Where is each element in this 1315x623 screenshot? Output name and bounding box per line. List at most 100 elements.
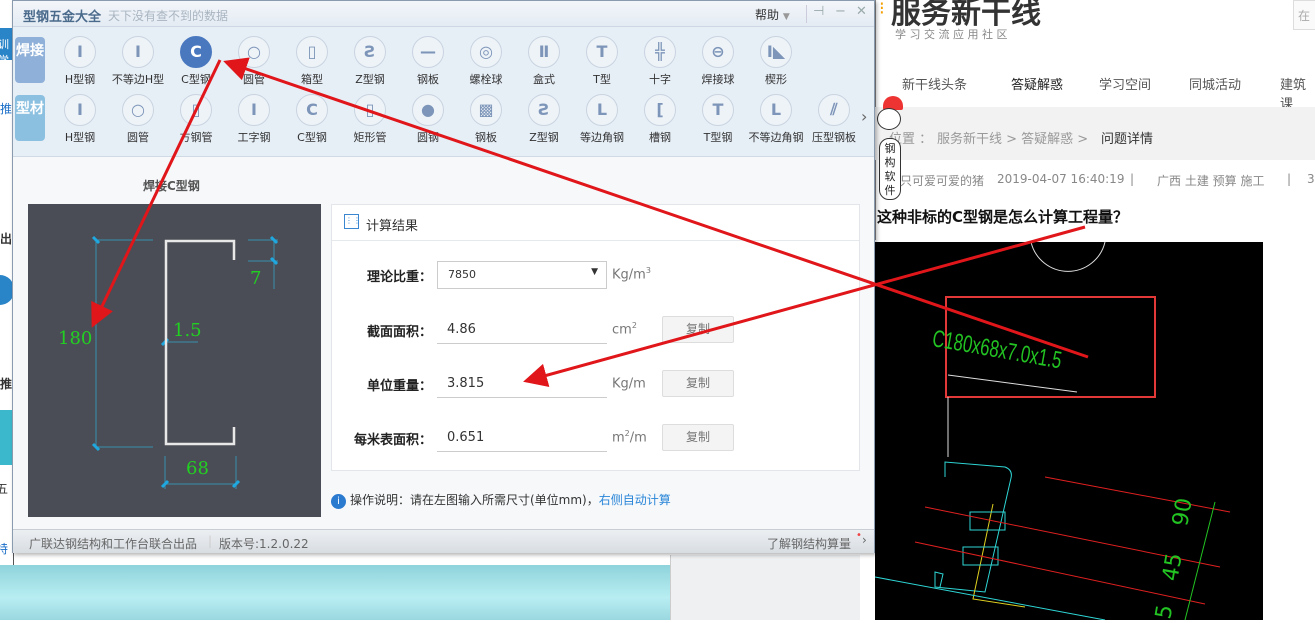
fragment: 推 bbox=[0, 102, 13, 116]
result-value-field[interactable]: 3.815 bbox=[437, 370, 607, 398]
separator: | bbox=[1287, 172, 1292, 186]
shape-label: 槽钢 bbox=[649, 131, 671, 144]
shape-item[interactable]: Ⅱ 盒式 bbox=[515, 36, 573, 87]
shape-icon: I bbox=[64, 94, 96, 126]
result-label: 单位重量： bbox=[366, 379, 432, 394]
note-link: 右侧自动计算 bbox=[598, 493, 671, 507]
shape-icon: I bbox=[122, 36, 154, 68]
search-input[interactable]: 在 bbox=[1293, 0, 1315, 30]
minimize-icon[interactable]: − bbox=[835, 4, 846, 19]
producer-text: 广联达钢结构和工作台联合出品 bbox=[29, 537, 198, 551]
shape-item[interactable]: T T型钢 bbox=[689, 94, 747, 145]
background-window-panel bbox=[670, 555, 860, 620]
fragment: 特 bbox=[0, 540, 8, 557]
info-icon: i bbox=[331, 494, 346, 509]
nav-learning[interactable]: 学习空间 bbox=[1099, 74, 1151, 93]
shape-item[interactable]: ◎ 螺栓球 bbox=[457, 36, 515, 87]
shape-item[interactable]: C C型钢 bbox=[283, 94, 341, 145]
shape-item[interactable]: I 工字钢 bbox=[225, 94, 283, 145]
pin-icon[interactable]: ⊣ bbox=[813, 4, 824, 19]
shape-item[interactable]: ○ 圆管 bbox=[225, 36, 283, 87]
shape-item[interactable]: I H型钢 bbox=[51, 94, 109, 145]
shape-label: 等边角钢 bbox=[580, 131, 624, 144]
shape-item[interactable]: T T型 bbox=[573, 36, 631, 87]
breadcrumb: 位置 ： 服务新干线 > 答疑解惑 > 问题详情 bbox=[875, 107, 1315, 160]
dim-thickness[interactable]: 1.5 bbox=[173, 320, 202, 341]
shape-item[interactable]: ╬ 十字 bbox=[631, 36, 689, 87]
shape-item[interactable]: Ƨ Z型钢 bbox=[341, 36, 399, 87]
copy-button[interactable]: 复制 bbox=[662, 424, 734, 451]
shape-drawing[interactable]: 180 1.5 7 68 bbox=[28, 204, 321, 517]
tab-profiles[interactable]: 型材 bbox=[15, 95, 45, 141]
shape-label: T型钢 bbox=[703, 131, 733, 144]
learn-more-link[interactable]: 了解钢结构算量 bbox=[767, 535, 851, 552]
shape-icon: ○ bbox=[122, 94, 154, 126]
logo-icon: ⁝ bbox=[879, 0, 885, 19]
shape-icon: [ bbox=[644, 94, 676, 126]
density-select[interactable]: 7850 ▼ bbox=[437, 261, 607, 289]
dim-width[interactable]: 68 bbox=[186, 458, 209, 479]
shape-label: C型钢 bbox=[297, 131, 327, 144]
nav-headlines[interactable]: 新干线头条 bbox=[902, 74, 967, 93]
shape-item[interactable]: — 钢板 bbox=[399, 36, 457, 87]
shape-item[interactable]: ▯ 矩形管 bbox=[341, 94, 399, 145]
cad-dim-45: 45 bbox=[1158, 551, 1187, 583]
shape-item[interactable]: I◣ 楔形 bbox=[747, 36, 805, 87]
shape-item[interactable]: ▩ 钢板 bbox=[457, 94, 515, 145]
shape-item[interactable]: ⫽ 压型钢板 bbox=[805, 94, 863, 145]
shape-item[interactable]: [ 槽钢 bbox=[631, 94, 689, 145]
chevron-right-icon[interactable]: › bbox=[862, 533, 867, 547]
calculator-icon: ⋮⋮ bbox=[344, 214, 361, 229]
shape-item[interactable]: ⊖ 焊接球 bbox=[689, 36, 747, 87]
shape-item[interactable]: L 不等边角钢 bbox=[747, 94, 805, 145]
shape-icon: L bbox=[760, 94, 792, 126]
desktop-background bbox=[0, 565, 670, 620]
shape-toolbar: 焊接 型材 I H型钢 I 不等边H型 C C型钢 ○ 圆管 ▯ 箱型 Ƨ Z型钢 — 钢板 ◎ 螺栓球 Ⅱ 盒式… bbox=[13, 27, 874, 157]
shape-label: 圆钢 bbox=[417, 131, 439, 144]
breadcrumb-path[interactable]: 服务新干线 > 答疑解惑 > bbox=[937, 128, 1088, 147]
dim-height[interactable]: 180 bbox=[58, 328, 92, 349]
copy-button[interactable]: 复制 bbox=[662, 370, 734, 397]
shape-label: T型 bbox=[593, 73, 611, 86]
shape-item[interactable]: ▯ 箱型 bbox=[283, 36, 341, 87]
result-value-field[interactable]: 0.651 bbox=[437, 424, 607, 452]
question-author[interactable]: 只可爱可爱的猪 bbox=[900, 172, 984, 189]
close-icon[interactable]: ✕ bbox=[856, 4, 867, 19]
shape-label: 方钢管 bbox=[179, 131, 213, 144]
copy-button[interactable]: 复制 bbox=[662, 316, 734, 343]
tab-welded[interactable]: 焊接 bbox=[15, 37, 45, 83]
shape-item[interactable]: ○ 圆管 bbox=[109, 94, 167, 145]
title-bar[interactable]: 型钢五金大全 天下没有查不到的数据 帮助 ▼ ⊣ − ✕ bbox=[13, 1, 874, 27]
shape-item[interactable]: Ƨ Z型钢 bbox=[515, 94, 573, 145]
chevron-right-icon[interactable]: › bbox=[861, 107, 867, 126]
shape-icon: ⊖ bbox=[702, 36, 734, 68]
dim-lip[interactable]: 7 bbox=[250, 268, 261, 289]
footer-bar: 广联达钢结构和工作台联合出品 | 版本号:1.2.0.22 了解钢结构算量 • … bbox=[13, 529, 874, 553]
shape-icon: L bbox=[586, 94, 618, 126]
shape-label: 十字 bbox=[649, 73, 671, 86]
help-menu[interactable]: 帮助 ▼ bbox=[755, 6, 790, 23]
shape-item[interactable]: ● 圆钢 bbox=[399, 94, 457, 145]
shape-item[interactable]: L 等边角钢 bbox=[573, 94, 631, 145]
shape-item[interactable]: C C型钢 bbox=[167, 36, 225, 87]
shape-item[interactable]: I H型钢 bbox=[51, 36, 109, 87]
result-unit: cm2 bbox=[612, 321, 637, 338]
result-header: ⋮⋮ 计算结果 bbox=[332, 205, 859, 241]
result-value-field[interactable]: 4.86 bbox=[437, 316, 607, 344]
shape-icon: T bbox=[702, 94, 734, 126]
shape-label: H型钢 bbox=[64, 73, 96, 86]
shape-icon: — bbox=[412, 36, 444, 68]
shape-icon: I bbox=[238, 94, 270, 126]
shape-item[interactable]: I 不等边H型 bbox=[109, 36, 167, 87]
question-time: 2019-04-07 16:40:19 bbox=[997, 172, 1125, 186]
shape-icon: ▯ bbox=[354, 94, 386, 126]
nav-events[interactable]: 同城活动 bbox=[1189, 74, 1241, 93]
cad-image: C180x68x7.0x1.5 90 45 5 bbox=[874, 241, 1263, 621]
shape-icon: ⫽ bbox=[818, 94, 850, 126]
shape-icon: ○ bbox=[238, 36, 270, 68]
shape-item[interactable]: ▯ 方钢管 bbox=[167, 94, 225, 145]
version-text: 版本号:1.2.0.22 bbox=[219, 537, 309, 551]
instruction-note: i 操作说明：请在左图输入所需尺寸(单位mm)，右侧自动计算 bbox=[331, 491, 671, 509]
shape-label: 焊接球 bbox=[701, 73, 735, 86]
nav-qa[interactable]: 答疑解惑 bbox=[1011, 74, 1063, 93]
